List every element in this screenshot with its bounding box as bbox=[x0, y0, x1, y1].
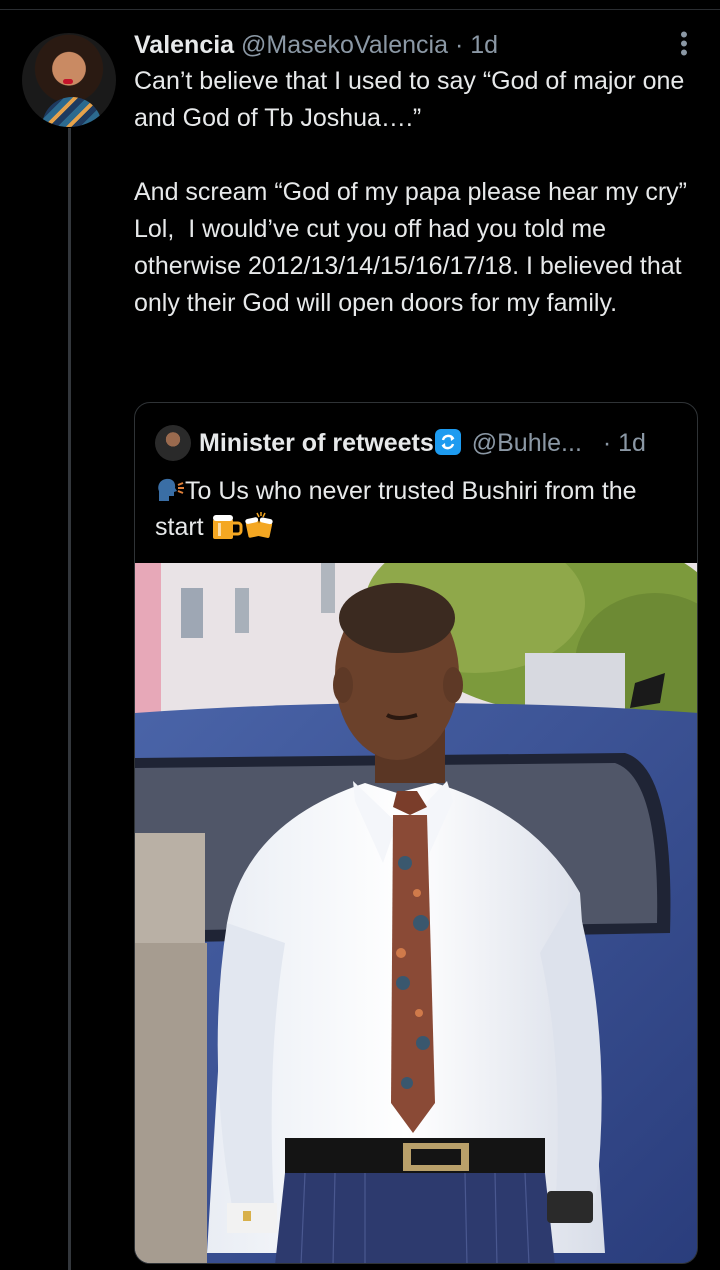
speaking-head-icon bbox=[155, 477, 185, 503]
avatar-detail bbox=[42, 97, 102, 127]
quoted-tweet-text-row: To Us who never trusted Bushiri from the… bbox=[155, 473, 685, 545]
tweet-header: Valencia @MasekoValencia · 1d bbox=[134, 30, 498, 60]
quoted-tweet-timestamp[interactable]: 1d bbox=[618, 429, 646, 457]
author-handle[interactable]: @MasekoValencia bbox=[241, 31, 448, 59]
beer-mug-icon bbox=[211, 511, 243, 541]
thread-line bbox=[68, 128, 71, 1270]
beer-mug-icon bbox=[243, 511, 275, 541]
separator-dot: · bbox=[602, 429, 612, 457]
avatar-detail bbox=[63, 79, 73, 84]
attached-photo[interactable] bbox=[135, 563, 697, 1263]
quoted-author-name[interactable]: Minister of retweets bbox=[199, 429, 434, 457]
author-avatar[interactable] bbox=[22, 33, 116, 127]
quoted-tweet[interactable]: Minister of retweets @Buhle... · 1d To U… bbox=[134, 402, 698, 1264]
photo-illustration bbox=[135, 563, 697, 1263]
quoted-author-handle[interactable]: @Buhle... bbox=[472, 429, 582, 457]
top-divider bbox=[0, 9, 720, 10]
quoted-tweet-header: Minister of retweets @Buhle... · 1d bbox=[199, 425, 646, 461]
author-name[interactable]: Valencia bbox=[134, 31, 234, 59]
tweet-text: Can’t believe that I used to say “God of… bbox=[134, 67, 688, 317]
retweet-badge-icon bbox=[434, 429, 461, 455]
more-options-icon[interactable]: • • • bbox=[676, 24, 692, 64]
separator-dot: · bbox=[454, 31, 464, 59]
tweet-timestamp[interactable]: 1d bbox=[470, 31, 498, 59]
quoted-author-avatar[interactable] bbox=[155, 425, 191, 461]
